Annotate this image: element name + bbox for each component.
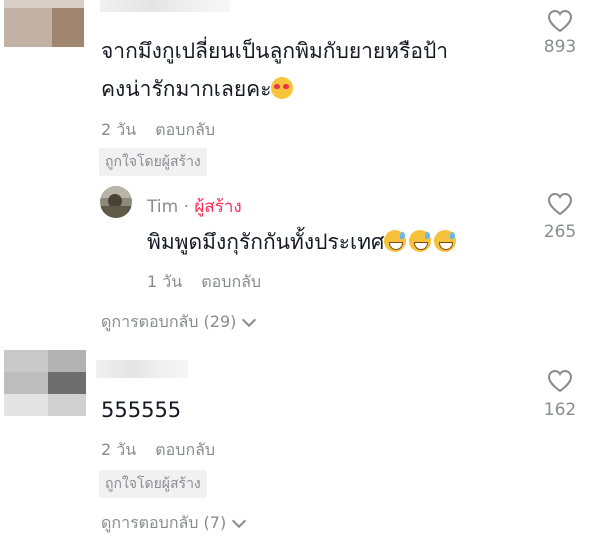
heart-icon[interactable] (547, 9, 573, 33)
comment-text: คงน่ารักมากเลยคะ (101, 72, 294, 106)
avatar[interactable] (4, 350, 86, 416)
avatar[interactable] (4, 0, 84, 47)
comment-text: 555555 (101, 398, 182, 422)
reply-text: พิมพูดมึงกุรักกันทั้งประเทศ (147, 225, 457, 259)
separator: · (183, 197, 189, 217)
username-redacted (96, 360, 188, 378)
grinning-face-with-sweat-emoji (409, 230, 432, 252)
liked-by-creator-badge: ถูกใจโดยผู้สร้าง (99, 148, 207, 176)
reply-button[interactable]: ตอบกลับ (201, 272, 261, 291)
comment-text-line: จากมึงกูเปลี่ยนเป็นลูกพิมกับยายหรือป้า (101, 39, 449, 63)
chevron-down-icon[interactable] (242, 312, 257, 328)
heart-icon[interactable] (547, 192, 573, 216)
smiling-face-with-hearts-emoji (271, 77, 294, 99)
avatar[interactable] (100, 186, 132, 218)
reply-button[interactable]: ตอบกลับ (155, 120, 215, 139)
like-count: 162 (543, 400, 577, 420)
comment-meta: 2 วัน ตอบกลับ (101, 118, 229, 143)
creator-label: ผู้สร้าง (194, 197, 242, 217)
chevron-down-icon[interactable] (232, 513, 247, 529)
reply-text-content: พิมพูดมึงกุรักกันทั้งประเทศ (147, 230, 385, 254)
timestamp: 2 วัน (101, 120, 137, 139)
view-replies-button[interactable]: ดูการตอบกลับ (7) (101, 511, 247, 536)
like-count: 893 (543, 37, 577, 57)
timestamp: 2 วัน (101, 440, 137, 459)
username-redacted (100, 0, 230, 12)
grinning-face-with-sweat-emoji (384, 230, 407, 252)
view-replies-label[interactable]: ดูการตอบกลับ (7) (101, 511, 226, 536)
liked-by-creator-badge: ถูกใจโดยผู้สร้าง (99, 470, 207, 498)
view-replies-button[interactable]: ดูการตอบกลับ (29) (101, 310, 257, 335)
like-count: 265 (543, 222, 577, 242)
grinning-face-with-sweat-emoji (434, 230, 457, 252)
heart-icon[interactable] (547, 369, 573, 393)
reply-author[interactable]: Tim · ผู้สร้าง (147, 193, 242, 220)
timestamp: 1 วัน (147, 272, 183, 291)
comment-meta: 2 วัน ตอบกลับ (101, 438, 229, 463)
comment-text-line: คงน่ารักมากเลยคะ (101, 77, 272, 101)
reply-button[interactable]: ตอบกลับ (155, 440, 215, 459)
reply-meta: 1 วัน ตอบกลับ (147, 270, 275, 295)
reply-author-name[interactable]: Tim (147, 197, 178, 217)
comment-text: จากมึงกูเปลี่ยนเป็นลูกพิมกับยายหรือป้า (101, 34, 448, 68)
view-replies-label[interactable]: ดูการตอบกลับ (29) (101, 310, 236, 335)
